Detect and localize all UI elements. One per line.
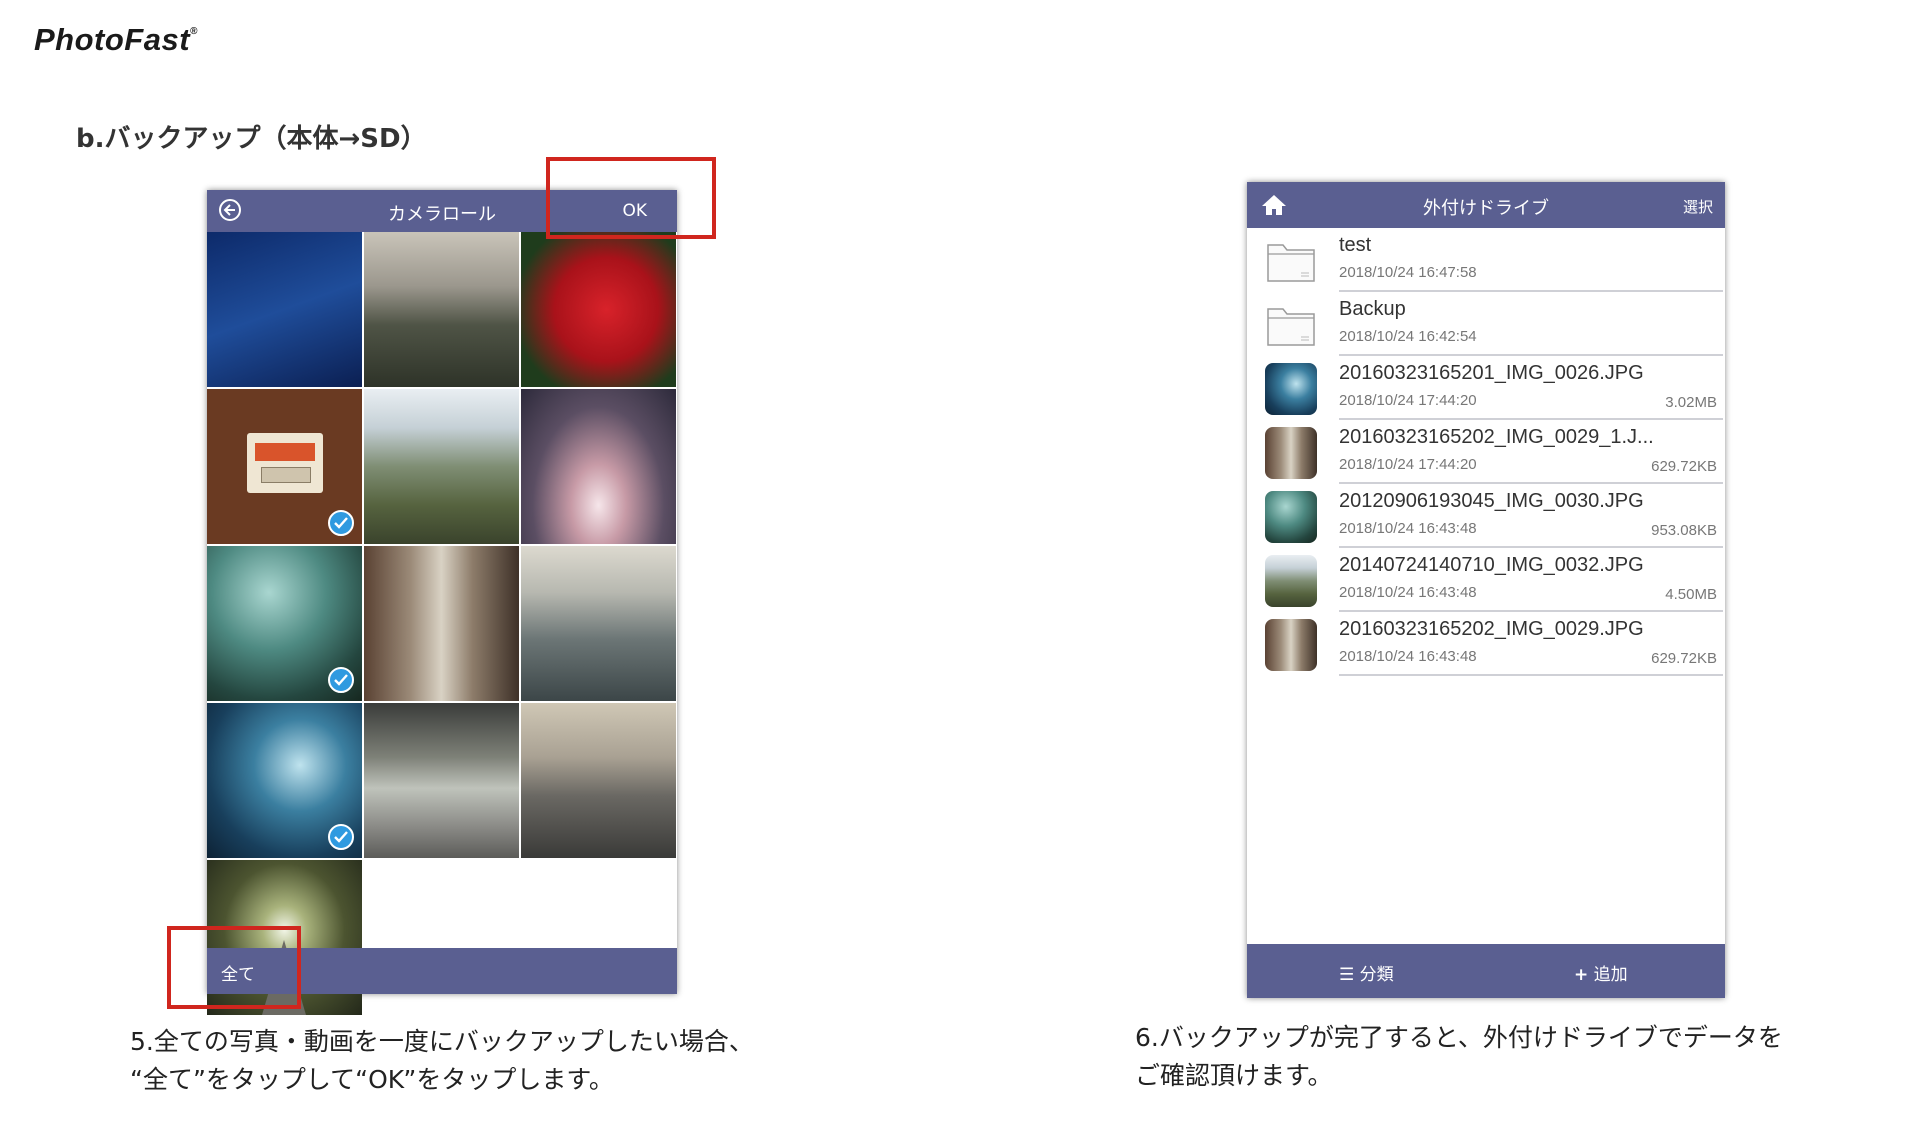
- list-item[interactable]: 20140724140710_IMG_0032.JPG 2018/10/24 1…: [1247, 548, 1725, 612]
- photo-thumbnail[interactable]: [521, 389, 676, 544]
- select-button[interactable]: 選択: [1683, 196, 1713, 217]
- file-date: 2018/10/24 17:44:20: [1339, 392, 1477, 409]
- list-item[interactable]: 20160323165201_IMG_0026.JPG 2018/10/24 1…: [1247, 356, 1725, 420]
- add-label: 追加: [1593, 965, 1628, 985]
- list-item[interactable]: 20160323165202_IMG_0029.JPG 2018/10/24 1…: [1247, 612, 1725, 676]
- plus-icon: +: [1574, 965, 1589, 985]
- image-thumbnail: [1265, 619, 1317, 671]
- list-item[interactable]: Backup 2018/10/24 16:42:54: [1247, 292, 1725, 356]
- external-drive-navbar: 外付けドライブ 選択: [1247, 182, 1725, 228]
- file-date: 2018/10/24 16:43:48: [1339, 584, 1477, 601]
- file-size: 4.50MB: [1665, 586, 1717, 603]
- file-list: test 2018/10/24 16:47:58 Backup 2018/10/…: [1247, 228, 1725, 676]
- left-caption-line-2: “全て”をタップして“OK”をタップします。: [130, 1065, 614, 1094]
- photo-thumbnail[interactable]: [521, 232, 676, 387]
- left-caption-line-1: 5.全ての写真・動画を一度にバックアップしたい場合、: [130, 1027, 754, 1056]
- photo-thumbnail[interactable]: [364, 232, 519, 387]
- external-drive-screen: 外付けドライブ 選択 test 2018/10/24 16:47:58 Back…: [1247, 182, 1725, 998]
- cassette-label: [255, 443, 315, 461]
- list-icon: ☰: [1339, 965, 1355, 985]
- photo-thumbnail[interactable]: [207, 546, 362, 701]
- list-item[interactable]: 20160323165202_IMG_0029_1.J... 2018/10/2…: [1247, 420, 1725, 484]
- selected-check-icon: [328, 667, 354, 693]
- file-size: 3.02MB: [1665, 394, 1717, 411]
- add-button[interactable]: + 追加: [1574, 960, 1628, 985]
- file-size: 629.72KB: [1651, 458, 1717, 475]
- file-date: 2018/10/24 16:47:58: [1339, 264, 1477, 281]
- camera-roll-screen: カメラロール OK 全て: [207, 190, 677, 1015]
- image-thumbnail: [1265, 555, 1317, 607]
- image-thumbnail: [1265, 363, 1317, 415]
- photofast-logo: PhotoFast®: [34, 22, 198, 58]
- list-item[interactable]: test 2018/10/24 16:47:58: [1247, 228, 1725, 292]
- file-name: 20160323165202_IMG_0029_1.J...: [1339, 426, 1654, 448]
- file-name: 20160323165201_IMG_0026.JPG: [1339, 362, 1644, 384]
- list-item[interactable]: 20120906193045_IMG_0030.JPG 2018/10/24 1…: [1247, 484, 1725, 548]
- folder-icon: [1265, 235, 1317, 287]
- photo-grid: [207, 232, 677, 1015]
- categorize-label: 分類: [1359, 965, 1394, 985]
- file-date: 2018/10/24 17:44:20: [1339, 456, 1477, 473]
- file-name: 20140724140710_IMG_0032.JPG: [1339, 554, 1644, 576]
- file-date: 2018/10/24 16:42:54: [1339, 328, 1477, 345]
- external-drive-bottombar: ☰ 分類 + 追加: [1247, 944, 1725, 998]
- logo-text: PhotoFast: [34, 22, 191, 57]
- external-drive-title: 外付けドライブ: [1423, 198, 1549, 219]
- photo-thumbnail[interactable]: [207, 389, 362, 544]
- file-name: Backup: [1339, 298, 1406, 320]
- file-name: 20120906193045_IMG_0030.JPG: [1339, 490, 1644, 512]
- right-caption: 6.バックアップが完了すると、外付けドライブでデータを ご確認頂けます。: [1135, 1019, 1783, 1095]
- photo-thumbnail[interactable]: [207, 703, 362, 858]
- left-caption: 5.全ての写真・動画を一度にバックアップしたい場合、 “全て”をタップして“OK…: [130, 1023, 754, 1099]
- right-caption-line-1: 6.バックアップが完了すると、外付けドライブでデータを: [1135, 1023, 1783, 1052]
- file-size: 629.72KB: [1651, 650, 1717, 667]
- file-size: 953.08KB: [1651, 522, 1717, 539]
- selected-check-icon: [328, 510, 354, 536]
- folder-icon: [1265, 299, 1317, 351]
- cassette-window: [261, 467, 311, 483]
- photo-thumbnail[interactable]: [364, 389, 519, 544]
- image-thumbnail: [1265, 427, 1317, 479]
- photo-thumbnail[interactable]: [364, 703, 519, 858]
- ok-highlight-box: [546, 157, 716, 239]
- registered-mark: ®: [190, 26, 198, 37]
- file-date: 2018/10/24 16:43:48: [1339, 648, 1477, 665]
- photo-thumbnail[interactable]: [521, 703, 676, 858]
- file-date: 2018/10/24 16:43:48: [1339, 520, 1477, 537]
- section-title: b.バックアップ（本体→SD）: [76, 124, 427, 154]
- select-all-highlight-box: [167, 926, 301, 1009]
- file-name: test: [1339, 234, 1372, 256]
- cassette-image: [247, 433, 323, 493]
- right-caption-line-2: ご確認頂けます。: [1135, 1061, 1333, 1090]
- photo-thumbnail[interactable]: [207, 232, 362, 387]
- photo-thumbnail[interactable]: [364, 546, 519, 701]
- selected-check-icon: [328, 824, 354, 850]
- photo-thumbnail[interactable]: [521, 546, 676, 701]
- row-divider: [1339, 674, 1723, 676]
- image-thumbnail: [1265, 491, 1317, 543]
- categorize-button[interactable]: ☰ 分類: [1339, 960, 1394, 985]
- file-name: 20160323165202_IMG_0029.JPG: [1339, 618, 1644, 640]
